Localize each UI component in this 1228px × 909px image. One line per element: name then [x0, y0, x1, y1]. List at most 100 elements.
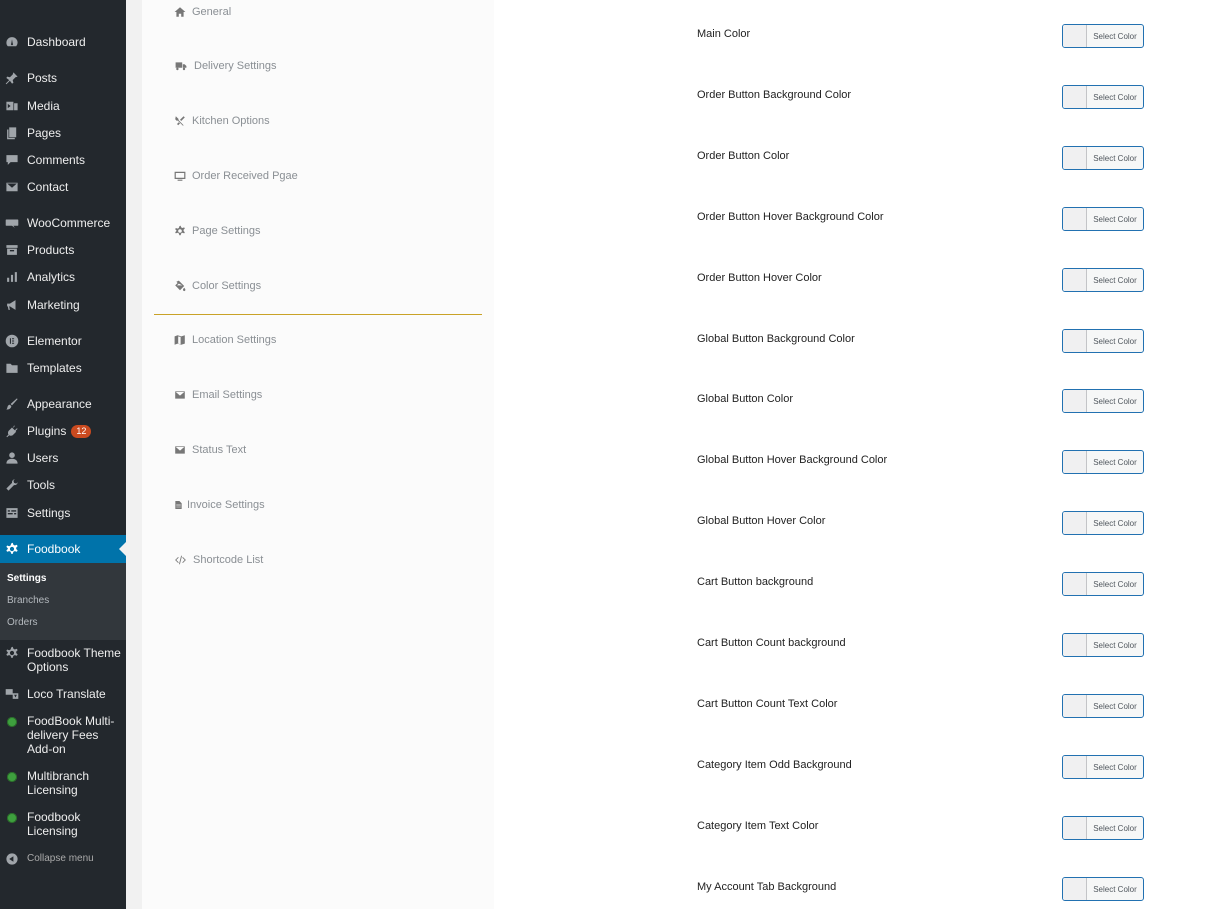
color-swatch[interactable] — [1063, 634, 1087, 656]
menu-products[interactable]: Products — [0, 243, 126, 257]
select-color-button[interactable]: Select Color — [1062, 389, 1144, 413]
menu-comments[interactable]: Comments — [0, 153, 126, 167]
color-setting-label: Order Button Hover Color — [697, 272, 822, 284]
color-swatch[interactable] — [1063, 86, 1087, 108]
select-color-button[interactable]: Select Color — [1062, 572, 1144, 596]
brush-icon — [5, 397, 19, 411]
translate-icon — [5, 687, 19, 701]
color-swatch[interactable] — [1063, 330, 1087, 352]
color-swatch[interactable] — [1063, 208, 1087, 230]
green-dot-icon — [5, 714, 19, 728]
menu-woocommerce[interactable]: WooCommerce — [0, 216, 126, 230]
select-color-button[interactable]: Select Color — [1062, 694, 1144, 718]
submenu-orders[interactable]: Orders — [7, 617, 38, 628]
menu-media[interactable]: Media — [0, 99, 126, 113]
select-color-button[interactable]: Select Color — [1062, 755, 1144, 779]
menu-label: Products — [27, 243, 75, 257]
menu-appearance[interactable]: Appearance — [0, 397, 126, 411]
nav-color-settings[interactable]: Color Settings — [174, 280, 261, 292]
color-swatch[interactable] — [1063, 25, 1087, 47]
menu-label: Multibranch Licensing — [27, 769, 90, 797]
nav-email-settings[interactable]: Email Settings — [174, 389, 262, 401]
code-icon — [175, 555, 186, 565]
select-color-button[interactable]: Select Color — [1062, 329, 1144, 353]
pin-icon — [5, 71, 19, 85]
nav-order-received-page[interactable]: Order Received Pgae — [174, 170, 298, 182]
green-dot-icon — [5, 810, 19, 824]
collapse-arrow-icon — [5, 852, 19, 866]
menu-dashboard[interactable]: Dashboard — [0, 35, 126, 49]
menu-loco-translate[interactable]: Loco Translate — [0, 687, 126, 701]
color-swatch[interactable] — [1063, 695, 1087, 717]
select-color-button[interactable]: Select Color — [1062, 877, 1144, 901]
envelope-icon — [175, 446, 185, 454]
select-color-button[interactable]: Select Color — [1062, 24, 1144, 48]
color-swatch[interactable] — [1063, 878, 1087, 900]
menu-multibranch-licensing[interactable]: Multibranch Licensing — [0, 769, 126, 797]
nav-label: Color Settings — [192, 280, 262, 292]
select-color-button[interactable]: Select Color — [1062, 450, 1144, 474]
nav-invoice-settings[interactable]: Invoice Settings — [174, 499, 265, 511]
menu-foodbook-theme-options[interactable]: Foodbook Theme Options — [0, 646, 126, 674]
woo-icon — [5, 216, 19, 230]
select-color-label: Select Color — [1093, 640, 1137, 650]
menu-templates[interactable]: Templates — [0, 361, 126, 375]
select-color-button[interactable]: Select Color — [1062, 633, 1144, 657]
color-swatch[interactable] — [1063, 147, 1087, 169]
nav-page-settings[interactable]: Page Settings — [174, 225, 261, 237]
color-swatch[interactable] — [1063, 573, 1087, 595]
select-color-label: Select Color — [1093, 457, 1137, 467]
submenu-settings[interactable]: Settings — [7, 573, 46, 584]
nav-label: Status Text — [192, 444, 247, 456]
menu-users[interactable]: Users — [0, 451, 126, 465]
nav-location-settings[interactable]: Location Settings — [174, 334, 276, 346]
menu-contact[interactable]: Contact — [0, 180, 126, 194]
select-color-button[interactable]: Select Color — [1062, 85, 1144, 109]
user-icon — [5, 451, 19, 465]
submenu-branches[interactable]: Branches — [7, 595, 49, 606]
menu-label: Users — [27, 451, 59, 465]
nav-delivery-settings[interactable]: Delivery Settings — [174, 60, 277, 72]
select-color-label: Select Color — [1093, 275, 1137, 285]
nav-kitchen-options[interactable]: Kitchen Options — [174, 115, 270, 127]
menu-marketing[interactable]: Marketing — [0, 298, 126, 312]
select-color-button[interactable]: Select Color — [1062, 268, 1144, 292]
color-swatch[interactable] — [1063, 817, 1087, 839]
color-setting-label: Category Item Text Color — [697, 820, 819, 832]
menu-foodbook-licensing[interactable]: Foodbook Licensing — [0, 810, 126, 838]
color-swatch[interactable] — [1063, 512, 1087, 534]
menu-plugins[interactable]: Plugins 12 — [0, 424, 126, 438]
select-color-button[interactable]: Select Color — [1062, 511, 1144, 535]
collapse-menu-button[interactable]: Collapse menu — [0, 852, 126, 866]
menu-settings[interactable]: Settings — [0, 506, 126, 520]
select-color-button[interactable]: Select Color — [1062, 146, 1144, 170]
select-color-button[interactable]: Select Color — [1062, 816, 1144, 840]
menu-elementor[interactable]: Elementor — [0, 334, 126, 348]
menu-pages[interactable]: Pages — [0, 126, 126, 140]
foodbook-submenu: Settings Branches Orders — [0, 563, 126, 640]
wrench-icon — [5, 478, 19, 492]
home-icon — [174, 7, 186, 17]
color-swatch[interactable] — [1063, 269, 1087, 291]
color-swatch[interactable] — [1063, 756, 1087, 778]
color-setting-label: My Account Tab Background — [697, 881, 837, 893]
menu-multi-delivery-fees[interactable]: FoodBook Multi-delivery Fees Add-on — [0, 714, 126, 756]
color-swatch[interactable] — [1063, 451, 1087, 473]
menu-tools[interactable]: Tools — [0, 478, 126, 492]
menu-posts[interactable]: Posts — [0, 71, 126, 85]
select-color-label: Select Color — [1093, 31, 1137, 41]
nav-status-text[interactable]: Status Text — [174, 444, 246, 456]
color-swatch[interactable] — [1063, 390, 1087, 412]
nav-general[interactable]: General — [174, 6, 231, 18]
menu-analytics[interactable]: Analytics — [0, 270, 126, 284]
color-setting-row: My Account Tab Background Select Color — [494, 877, 1228, 901]
nav-label: Invoice Settings — [187, 499, 265, 511]
nav-label: Order Received Pgae — [192, 170, 298, 182]
menu-label: WooCommerce — [27, 216, 111, 230]
color-setting-label: Main Color — [697, 28, 751, 40]
color-setting-row: Category Item Text Color Select Color — [494, 816, 1228, 840]
menu-foodbook[interactable]: Foodbook — [0, 542, 126, 556]
select-color-button[interactable]: Select Color — [1062, 207, 1144, 231]
nav-shortcode-list[interactable]: Shortcode List — [174, 554, 263, 566]
gear-icon — [5, 646, 19, 660]
